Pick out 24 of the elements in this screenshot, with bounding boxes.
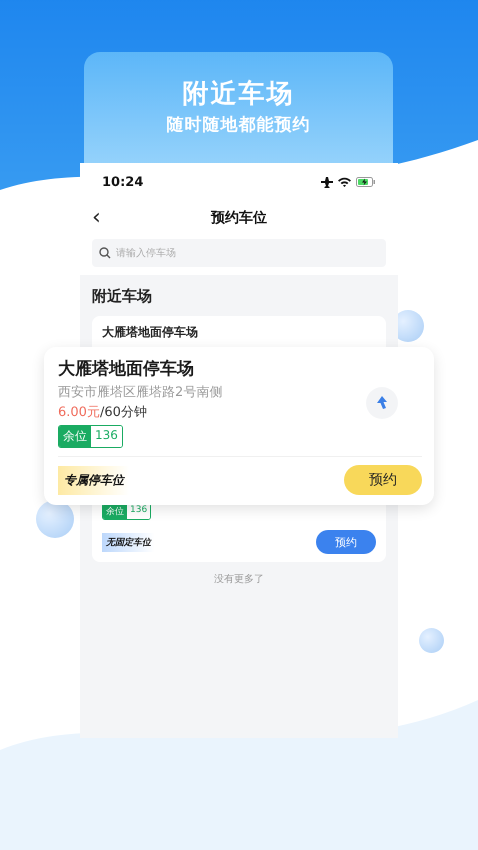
parking-name: 大雁塔地面停车场: [102, 324, 199, 341]
parking-name: 大雁塔地面停车场: [58, 358, 195, 380]
airplane-icon: [321, 176, 333, 188]
page-title: 预约车位: [211, 209, 267, 227]
status-time: 10:24: [102, 174, 144, 190]
navigate-button[interactable]: [366, 386, 398, 418]
back-button[interactable]: ‹: [92, 207, 101, 229]
list-end-text: 没有更多了: [213, 573, 265, 586]
reserve-button[interactable]: 预约: [316, 530, 376, 554]
wifi-icon: [338, 177, 351, 187]
search-icon: [99, 247, 111, 259]
navigation-arrow-icon: [376, 396, 388, 410]
parking-type-tag: 无固定车位: [102, 532, 155, 552]
header-title: 附近车场: [182, 78, 294, 111]
reserve-button[interactable]: 预约: [344, 465, 422, 495]
search-field[interactable]: 请输入停车场: [92, 239, 386, 267]
header-subtitle: 随时随地都能预约: [166, 114, 312, 136]
battery-icon: [356, 177, 376, 187]
parking-popup[interactable]: 大雁塔地面停车场 西安市雁塔区雁塔路2号南侧 6.00元/60分钟 余位 136 专属停车位 预约: [44, 347, 434, 505]
parking-price: 6.00元/60分钟: [58, 404, 148, 421]
section-title: 附近车场: [92, 286, 153, 307]
spaces-tag: 余位 136: [58, 425, 123, 448]
parking-type-tag: 专属停车位: [58, 466, 130, 494]
parking-address: 西安市雁塔区雁塔路2号南侧: [58, 384, 222, 401]
